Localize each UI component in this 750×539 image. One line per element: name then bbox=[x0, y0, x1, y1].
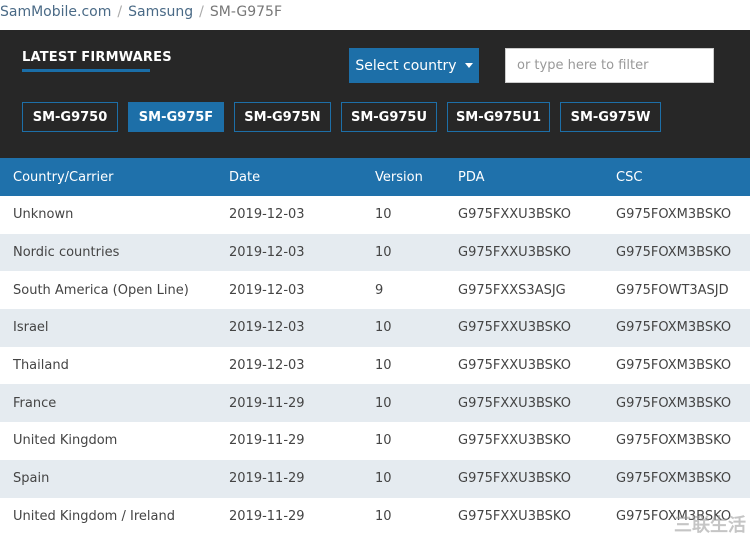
select-country-button[interactable]: Select country bbox=[349, 48, 479, 83]
cell-date: 2019-11-29 bbox=[229, 471, 305, 487]
cell-csc: G975FOXM3BSKO bbox=[616, 471, 732, 487]
model-button-sm-g975u1[interactable]: SM-G975U1 bbox=[447, 102, 550, 132]
cell-date: 2019-12-03 bbox=[229, 245, 305, 261]
breadcrumb: SamMobile.com / Samsung / SM-G975F bbox=[0, 0, 750, 28]
cell-date: 2019-11-29 bbox=[229, 508, 305, 524]
table-row[interactable]: South America (Open Line) 2019-12-03 9 G975… bbox=[0, 271, 750, 309]
cell-country: Israel bbox=[13, 320, 49, 336]
filter-input[interactable] bbox=[505, 48, 714, 83]
header-version[interactable]: Version bbox=[362, 158, 445, 196]
table-row[interactable]: Israel 2019-12-03 10 G975FXXU3BSKO G975FOXM3… bbox=[0, 309, 750, 347]
cell-version: 10 bbox=[375, 320, 392, 336]
cell-country: South America (Open Line) bbox=[13, 282, 189, 298]
title-underline bbox=[22, 69, 150, 72]
cell-date: 2019-12-03 bbox=[229, 320, 305, 336]
cell-csc: G975FOXM3BSKO bbox=[616, 207, 732, 223]
table-row[interactable]: Unknown 2019-12-03 10 G975FXXU3BSKO G975FOXM… bbox=[0, 196, 750, 234]
cell-country: United Kingdom / Ireland bbox=[13, 508, 175, 524]
table-row[interactable]: United Kingdom 2019-11-29 10 G975FXXU3BSKO G… bbox=[0, 422, 750, 460]
cell-date: 2019-12-03 bbox=[229, 207, 305, 223]
cell-pda: G975FXXU3BSKO bbox=[458, 358, 571, 374]
cell-pda: G975FXXU3BSKO bbox=[458, 508, 571, 524]
cell-pda: G975FXXU3BSKO bbox=[458, 207, 571, 223]
firmware-panel: LATEST FIRMWARES Select country SM-G9750… bbox=[0, 30, 750, 158]
header-date[interactable]: Date bbox=[216, 158, 362, 196]
cell-country: United Kingdom bbox=[13, 433, 118, 449]
table-row[interactable]: France 2019-11-29 10 G975FXXU3BSKO G975FOXM3… bbox=[0, 384, 750, 423]
firmware-table: Country/Carrier Date Version PDA CSC Unk… bbox=[0, 158, 750, 535]
cell-csc: G975FOXM3BSKO bbox=[616, 433, 732, 449]
cell-pda: G975FXXU3BSKO bbox=[458, 245, 571, 261]
cell-pda: G975FXXU3BSKO bbox=[458, 433, 571, 449]
cell-version: 10 bbox=[375, 508, 392, 524]
cell-date: 2019-12-03 bbox=[229, 282, 305, 298]
table-row[interactable]: United Kingdom / Ireland 2019-11-29 10 G975… bbox=[0, 498, 750, 536]
breadcrumb-separator: / bbox=[117, 4, 123, 20]
table-row[interactable]: Nordic countries 2019-12-03 10 G975FXXU3BSK… bbox=[0, 233, 750, 272]
cell-country: Thailand bbox=[13, 358, 69, 374]
cell-version: 10 bbox=[375, 245, 392, 261]
cell-version: 10 bbox=[375, 395, 392, 411]
caret-down-icon bbox=[464, 63, 473, 68]
select-country-label: Select country bbox=[355, 57, 457, 74]
model-button-sm-g975n[interactable]: SM-G975N bbox=[234, 102, 331, 132]
model-button-sm-g975w[interactable]: SM-G975W bbox=[560, 102, 661, 132]
model-button-sm-g975f[interactable]: SM-G975F bbox=[128, 102, 224, 132]
cell-country: France bbox=[13, 395, 57, 411]
cell-csc: G975FOXM3BSKO bbox=[616, 245, 732, 261]
cell-country: Spain bbox=[13, 471, 50, 487]
watermark-logo: 三联生活 bbox=[674, 515, 746, 536]
table-row[interactable]: Spain 2019-11-29 10 G975FXXU3BSKO G975FOXM3B… bbox=[0, 459, 750, 498]
cell-version: 10 bbox=[375, 207, 392, 223]
model-button-sm-g9750[interactable]: SM-G9750 bbox=[22, 102, 118, 132]
cell-version: 10 bbox=[375, 433, 392, 449]
cell-csc: G975FOXM3BSKO bbox=[616, 320, 732, 336]
cell-csc: G975FOXM3BSKO bbox=[616, 358, 732, 374]
cell-pda: G975FXXS3ASJG bbox=[458, 282, 566, 298]
cell-date: 2019-11-29 bbox=[229, 395, 305, 411]
model-buttons: SM-G9750 SM-G975F SM-G975N SM-G975U SM-G975U… bbox=[22, 102, 661, 132]
header-pda[interactable]: PDA bbox=[445, 158, 603, 196]
breadcrumb-link-sammobile[interactable]: SamMobile.com bbox=[0, 4, 111, 20]
cell-country: Nordic countries bbox=[13, 245, 120, 261]
breadcrumb-link-samsung[interactable]: Samsung bbox=[128, 4, 193, 20]
cell-pda: G975FXXU3BSKO bbox=[458, 395, 571, 411]
header-csc[interactable]: CSC bbox=[603, 158, 750, 196]
breadcrumb-current: SM-G975F bbox=[209, 4, 283, 20]
model-button-sm-g975u[interactable]: SM-G975U bbox=[341, 102, 437, 132]
cell-date: 2019-11-29 bbox=[229, 433, 305, 449]
table-header-row: Country/Carrier Date Version PDA CSC bbox=[0, 158, 750, 196]
cell-version: 9 bbox=[375, 282, 384, 298]
header-country[interactable]: Country/Carrier bbox=[0, 158, 216, 196]
cell-pda: G975FXXU3BSKO bbox=[458, 471, 571, 487]
cell-pda: G975FXXU3BSKO bbox=[458, 320, 571, 336]
cell-date: 2019-12-03 bbox=[229, 358, 305, 374]
cell-country: Unknown bbox=[13, 207, 74, 223]
cell-version: 10 bbox=[375, 358, 392, 374]
cell-csc: G975FOXM3BSKO bbox=[616, 395, 732, 411]
panel-title: LATEST FIRMWARES bbox=[22, 50, 172, 65]
cell-csc: G975FOWT3ASJD bbox=[616, 282, 729, 298]
table-row[interactable]: Thailand 2019-12-03 10 G975FXXU3BSKO G975FOX… bbox=[0, 347, 750, 385]
cell-version: 10 bbox=[375, 471, 392, 487]
breadcrumb-separator: / bbox=[199, 4, 204, 20]
